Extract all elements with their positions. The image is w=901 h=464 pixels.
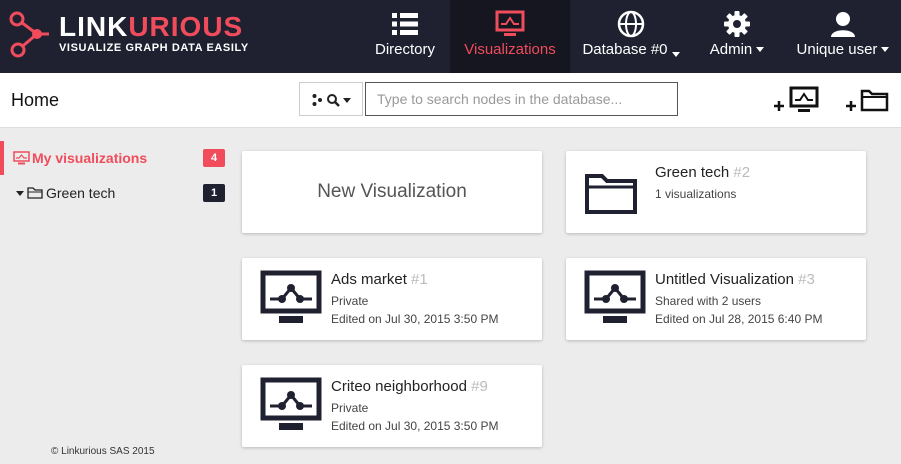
card-number: #2 — [733, 164, 751, 181]
nav-database-text: Database #0 — [582, 41, 668, 58]
nav-user-text: Unique user — [796, 41, 878, 58]
card-title: Criteo neighborhood #9 — [331, 378, 488, 395]
new-visualization-label: New Visualization — [317, 181, 467, 202]
add-visualization-icon — [774, 86, 819, 112]
brand-name-accent: URIOUS — [128, 11, 244, 42]
graph-search-icon — [312, 94, 351, 107]
page-title: Home — [11, 90, 60, 110]
copyright-text: © Linkurious SAS 2015 — [51, 446, 155, 457]
visualization-monitor-icon — [260, 270, 322, 323]
card-title: Ads market #1 — [331, 271, 428, 288]
card-title-text: Green tech — [655, 164, 730, 181]
card-number: #9 — [471, 378, 488, 395]
sidebar-item-my-visualizations[interactable]: My visualizations 4 — [0, 141, 237, 175]
nav-user[interactable]: Unique user — [790, 0, 896, 73]
visualization-card[interactable]: Ads market #1 Private Edited on Jul 30, … — [242, 258, 542, 340]
add-visualization-button[interactable] — [772, 83, 822, 122]
chevron-down-icon — [756, 46, 765, 52]
sidebar-item-label: My visualizations — [32, 150, 148, 166]
nav-user-label: Unique user — [790, 41, 896, 58]
sidebar-item-label: Green tech — [46, 185, 116, 201]
card-sharing: Shared with 2 users — [655, 294, 762, 308]
nav-directory[interactable]: Directory — [365, 0, 445, 73]
visualization-card[interactable]: Criteo neighborhood #9 Private Edited on… — [242, 365, 542, 447]
card-edited-date: Edited on Jul 28, 2015 6:40 PM — [655, 312, 823, 326]
linkurious-logo[interactable]: LINKURIOUS VISUALIZE GRAPH DATA EASILY — [8, 10, 248, 60]
card-subtitle: 1 visualizations — [655, 187, 737, 201]
card-edited-date: Edited on Jul 30, 2015 3:50 PM — [331, 419, 499, 433]
caret-down-icon[interactable] — [16, 191, 24, 196]
card-sharing: Private — [331, 294, 369, 308]
sidebar: My visualizations 4 Green tech 1 © Linku… — [0, 128, 237, 464]
nav-admin[interactable]: Admin — [700, 0, 774, 73]
add-folder-icon — [846, 89, 889, 112]
folder-card[interactable]: Green tech #2 1 visualizations — [566, 151, 866, 233]
nav-database-label: Database #0 — [578, 41, 684, 58]
folder-icon — [585, 174, 637, 214]
count-badge: 4 — [203, 149, 225, 167]
visualization-card[interactable]: Untitled Visualization #3 Shared with 2 … — [566, 258, 866, 340]
list-icon — [392, 13, 418, 35]
new-visualization-card[interactable]: New Visualization — [242, 151, 542, 233]
card-number: #3 — [798, 271, 815, 288]
brand-name: LINKURIOUS — [59, 12, 243, 42]
search-type-dropdown[interactable] — [299, 82, 363, 116]
card-title-text: Ads market — [331, 271, 407, 288]
nav-admin-label: Admin — [700, 41, 774, 58]
card-sharing: Private — [331, 401, 369, 415]
chevron-down-icon — [881, 46, 890, 52]
card-title: Green tech #2 — [655, 164, 750, 181]
linkurious-graph-logo-icon — [9, 11, 49, 58]
nav-visualizations[interactable]: Visualizations — [450, 0, 570, 73]
chevron-down-icon — [671, 51, 680, 57]
nav-visualizations-label: Visualizations — [464, 41, 556, 58]
brand-name-light: LINK — [59, 11, 129, 42]
brand-tagline: VISUALIZE GRAPH DATA EASILY — [59, 42, 249, 54]
card-title: Untitled Visualization #3 — [655, 271, 815, 288]
visualization-monitor-icon — [584, 270, 646, 323]
count-badge: 1 — [203, 184, 225, 202]
visualization-monitor-icon — [260, 377, 322, 430]
sidebar-item-green-tech[interactable]: Green tech 1 — [0, 176, 237, 210]
globe-icon — [617, 10, 645, 38]
card-title-text: Criteo neighborhood — [331, 378, 467, 395]
gear-icon — [724, 11, 750, 37]
folder-icon — [27, 187, 43, 199]
top-navbar: LINKURIOUS VISUALIZE GRAPH DATA EASILY D… — [0, 0, 901, 73]
nav-database[interactable]: Database #0 — [578, 0, 684, 73]
card-edited-date: Edited on Jul 30, 2015 3:50 PM — [331, 312, 499, 326]
add-folder-button[interactable] — [844, 83, 892, 122]
nav-admin-text: Admin — [709, 41, 753, 58]
search-input[interactable] — [365, 82, 678, 116]
page-header: Home — [0, 73, 901, 128]
nav-directory-label: Directory — [374, 41, 435, 58]
monitor-graph-icon — [13, 151, 30, 165]
monitor-graph-icon — [495, 10, 525, 36]
user-icon — [831, 12, 855, 37]
card-number: #1 — [411, 271, 428, 288]
card-title-text: Untitled Visualization — [655, 271, 794, 288]
